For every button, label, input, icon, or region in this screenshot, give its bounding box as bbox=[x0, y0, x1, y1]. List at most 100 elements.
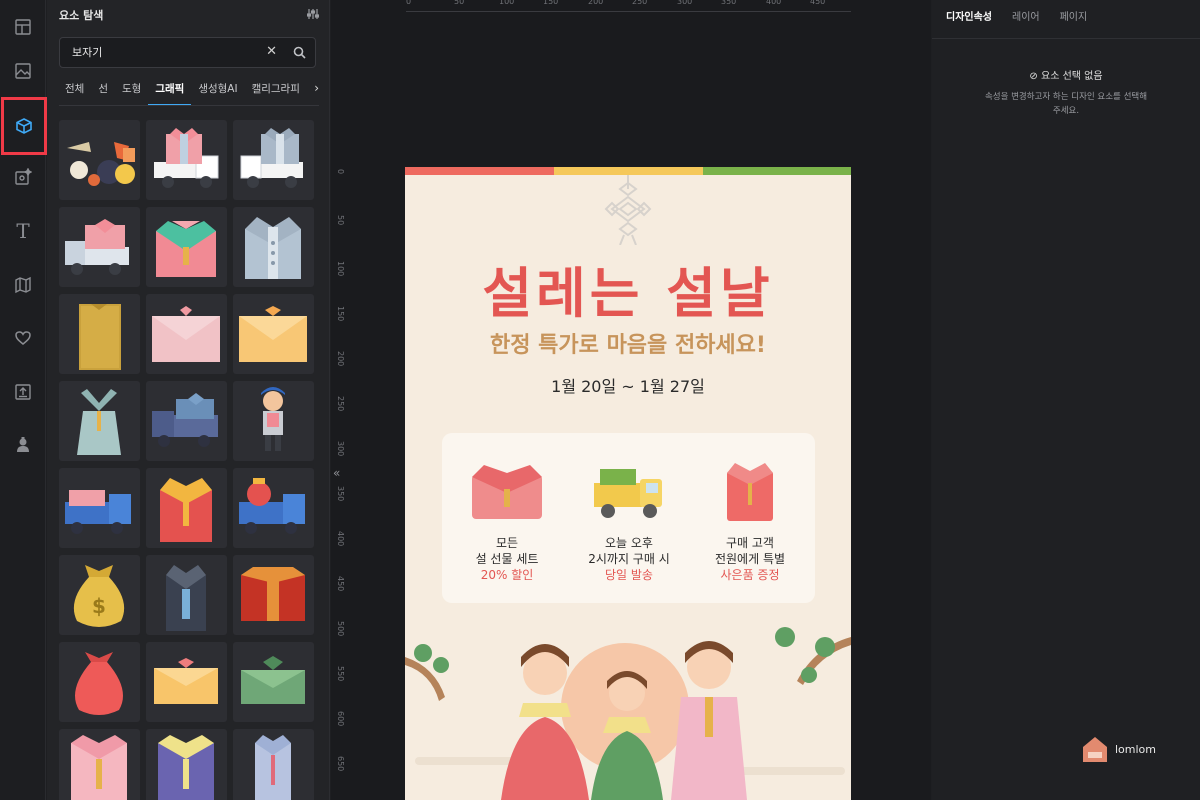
ruler-tick: 500 bbox=[336, 621, 345, 637]
panel-header: 요소 탐색 bbox=[59, 6, 320, 24]
divider bbox=[932, 38, 1200, 39]
heart-icon[interactable] bbox=[4, 319, 42, 357]
graphic-thumb[interactable] bbox=[146, 468, 227, 548]
graphic-thumb[interactable] bbox=[146, 120, 227, 200]
graphic-thumb[interactable]: $ bbox=[59, 555, 140, 635]
graphic-thumb[interactable] bbox=[233, 642, 314, 722]
tab-layers[interactable]: 레이어 bbox=[1012, 8, 1040, 23]
feature-line2: 전원에게 특별 bbox=[714, 552, 786, 566]
editor-app: T 요소 탐색 ✕ 전체 선 도형 bbox=[0, 0, 1200, 800]
tab-generative-ai[interactable]: 생성형AI bbox=[191, 78, 244, 105]
ruler-tick: 400 bbox=[336, 531, 345, 547]
ruler-tick: 300 bbox=[677, 0, 693, 6]
top-stripe-green bbox=[703, 167, 851, 175]
left-rail: T bbox=[0, 0, 47, 800]
ruler-tick: 400 bbox=[766, 0, 782, 6]
graphic-thumb[interactable] bbox=[233, 207, 314, 287]
ruler-tick: 50 bbox=[336, 215, 345, 226]
poster-date[interactable]: 1월 20일 ~ 1월 27일 bbox=[405, 373, 851, 397]
ruler-tick: 100 bbox=[336, 261, 345, 277]
tab-line[interactable]: 선 bbox=[91, 78, 115, 105]
feature-line2: 설 선물 세트 bbox=[475, 552, 539, 566]
top-stripe-yellow bbox=[554, 167, 703, 175]
tab-calligraphy[interactable]: 캘리그라피 bbox=[245, 78, 307, 105]
map-icon[interactable] bbox=[4, 266, 42, 304]
ruler-tick: 350 bbox=[336, 486, 345, 502]
graphic-thumb[interactable] bbox=[233, 729, 314, 800]
ruler-tick: 450 bbox=[810, 0, 826, 6]
ruler-left: 0 50 100 150 200 250 300 350 400 450 500… bbox=[331, 165, 351, 800]
no-selection-label: ⊘ 요소 선택 없음 bbox=[932, 67, 1200, 82]
ruler-tick: 550 bbox=[336, 666, 345, 682]
search-input[interactable] bbox=[72, 45, 252, 58]
ruler-tick: 600 bbox=[336, 711, 345, 727]
graphic-thumb[interactable] bbox=[146, 729, 227, 800]
canvas-area[interactable]: 0 50 100 150 200 250 300 350 400 450 0 5… bbox=[331, 0, 931, 800]
ruler-tick: 450 bbox=[336, 576, 345, 592]
character-icon[interactable] bbox=[4, 426, 42, 464]
tab-pages[interactable]: 페이지 bbox=[1060, 8, 1088, 23]
feature-item: 구매 고객 전원에게 특별 사은품 증정 bbox=[690, 459, 810, 583]
chevron-right-icon[interactable]: › bbox=[311, 81, 319, 95]
gift-box-icon bbox=[727, 463, 773, 521]
poster-subtitle[interactable]: 한정 특가로 마음을 전하세요! bbox=[405, 327, 851, 359]
elements-icon[interactable] bbox=[1, 97, 47, 155]
graphic-thumb[interactable] bbox=[146, 555, 227, 635]
graphic-thumb[interactable] bbox=[233, 468, 314, 548]
house-logo-icon bbox=[1083, 737, 1107, 762]
ruler-tick: 250 bbox=[336, 396, 345, 412]
element-search-panel: 요소 탐색 ✕ 전체 선 도형 그래픽 생성형AI 캘리그라피 › bbox=[47, 0, 330, 800]
tab-design-properties[interactable]: 디자인속성 bbox=[946, 8, 992, 23]
upload-icon[interactable] bbox=[4, 373, 42, 411]
ai-image-icon[interactable] bbox=[4, 158, 42, 196]
no-selection-description: 속성을 변경하고자 하는 디자인 요소를 선택해주세요. bbox=[984, 92, 1148, 116]
graphic-thumb[interactable] bbox=[59, 729, 140, 800]
feature-line1: 오늘 오후 bbox=[605, 536, 653, 550]
gift-bundle-icon bbox=[472, 465, 542, 519]
svg-text:$: $ bbox=[92, 594, 106, 618]
graphic-thumb[interactable] bbox=[59, 294, 140, 374]
clear-icon[interactable]: ✕ bbox=[266, 44, 277, 59]
ruler-tick: 250 bbox=[632, 0, 648, 6]
graphic-thumb[interactable] bbox=[59, 642, 140, 722]
graphic-thumb[interactable] bbox=[146, 294, 227, 374]
graphic-thumb[interactable] bbox=[59, 381, 140, 461]
graphic-thumb[interactable] bbox=[233, 120, 314, 200]
graphic-thumb[interactable] bbox=[233, 294, 314, 374]
poster-page[interactable]: 설레는 설날 한정 특가로 마음을 전하세요! 1월 20일 ~ 1월 27일 … bbox=[405, 167, 851, 800]
feature-line2: 2시까지 구매 시 bbox=[588, 552, 670, 566]
ruler-tick: 200 bbox=[336, 351, 345, 367]
feature-line1: 구매 고객 bbox=[726, 536, 774, 550]
graphic-thumb[interactable] bbox=[59, 468, 140, 548]
feature-highlight: 사은품 증정 bbox=[720, 568, 780, 582]
photo-icon[interactable] bbox=[4, 52, 42, 90]
feature-box[interactable]: 모든 설 선물 세트 20% 할인 오늘 오후 2시까지 구매 시 당일 발송 … bbox=[442, 433, 815, 603]
collapse-panel-icon[interactable]: « bbox=[333, 466, 340, 480]
text-icon[interactable]: T bbox=[4, 212, 42, 250]
templates-icon[interactable] bbox=[4, 8, 42, 46]
search-box: ✕ bbox=[59, 37, 316, 68]
feature-item: 모든 설 선물 세트 20% 할인 bbox=[447, 459, 567, 583]
feature-line1: 모든 bbox=[495, 536, 519, 550]
properties-panel: 디자인속성 레이어 페이지 ⊘ 요소 선택 없음 속성을 변경하고자 하는 디자… bbox=[932, 0, 1200, 800]
search-icon[interactable] bbox=[293, 46, 306, 59]
graphic-thumb[interactable] bbox=[233, 555, 314, 635]
graphic-thumb[interactable] bbox=[146, 207, 227, 287]
family-illustration bbox=[405, 627, 851, 800]
graphic-thumb[interactable] bbox=[146, 381, 227, 461]
feature-item: 오늘 오후 2시까지 구매 시 당일 발송 bbox=[569, 459, 689, 583]
brand-logo: lomlom bbox=[1080, 734, 1156, 764]
poster-title[interactable]: 설레는 설날 bbox=[405, 249, 851, 328]
graphic-thumb[interactable] bbox=[59, 120, 140, 200]
graphic-thumb[interactable] bbox=[146, 642, 227, 722]
tab-shape[interactable]: 도형 bbox=[115, 78, 148, 105]
graphic-thumb[interactable] bbox=[59, 207, 140, 287]
ruler-tick: 150 bbox=[336, 306, 345, 322]
filter-icon[interactable] bbox=[306, 8, 320, 23]
graphic-thumb[interactable] bbox=[233, 381, 314, 461]
no-selection-icon: ⊘ bbox=[1029, 71, 1038, 82]
tab-graphic[interactable]: 그래픽 bbox=[148, 78, 192, 105]
tab-all[interactable]: 전체 bbox=[59, 78, 91, 105]
top-stripe-red bbox=[405, 167, 554, 175]
no-selection-text: 요소 선택 없음 bbox=[1041, 71, 1103, 82]
